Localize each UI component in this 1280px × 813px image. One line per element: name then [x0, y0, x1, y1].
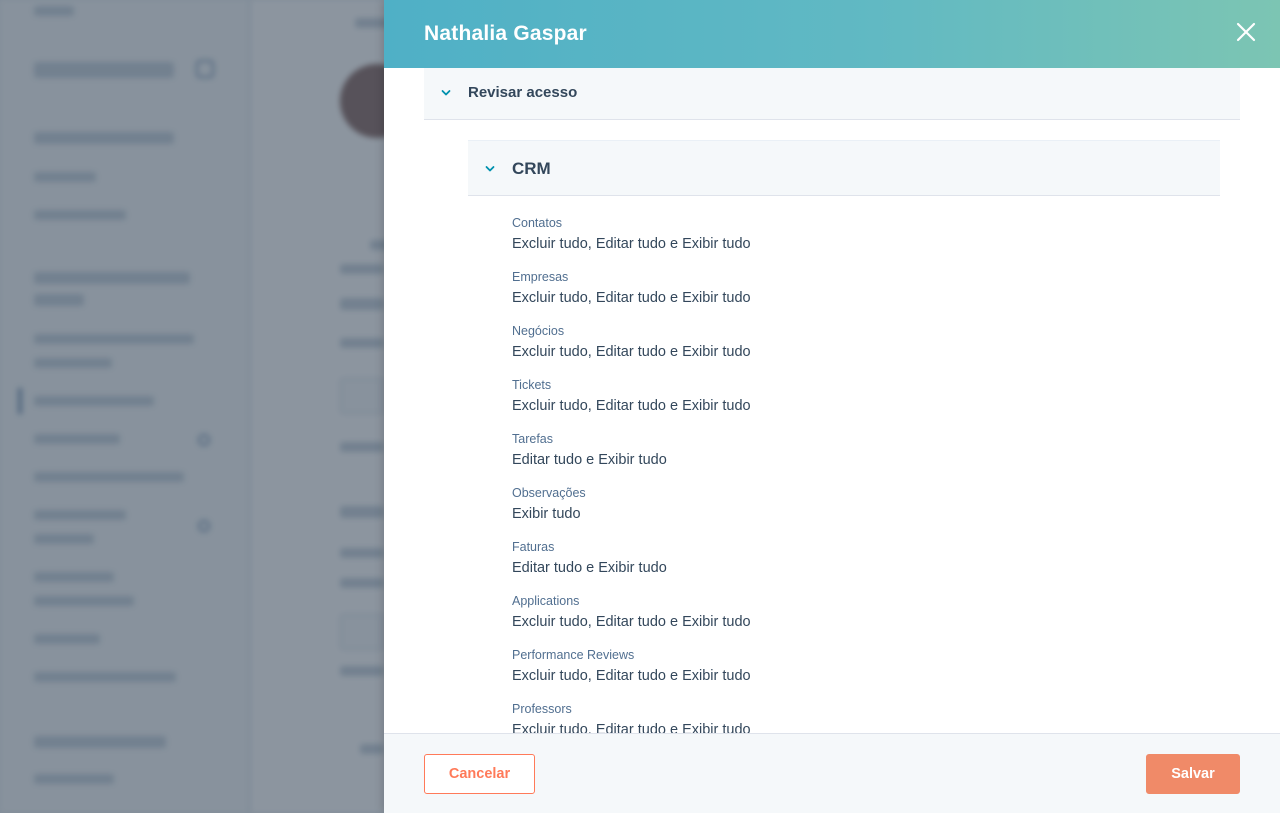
list-item: Observações Exibir tudo [512, 484, 1212, 538]
permission-name: Tarefas [512, 432, 553, 446]
save-button[interactable]: Salvar [1146, 754, 1240, 794]
panel-body: Revisar acesso CRM Contatos Excluir tudo… [384, 68, 1280, 733]
panel-header: Nathalia Gaspar [384, 0, 1280, 68]
list-item: Performance Reviews Excluir tudo, Editar… [512, 646, 1212, 700]
permission-value: Exibir tudo [512, 506, 581, 522]
permission-name: Negócios [512, 324, 565, 338]
panel-title: Nathalia Gaspar [424, 22, 587, 45]
permission-value: Excluir tudo, Editar tudo e Exibir tudo [512, 236, 751, 252]
permission-value: Excluir tudo, Editar tudo e Exibir tudo [512, 344, 751, 360]
permission-name: Empresas [512, 270, 569, 284]
permission-value: Editar tudo e Exibir tudo [512, 560, 667, 576]
subsection-label: CRM [512, 159, 551, 178]
close-icon [1236, 22, 1256, 42]
permission-value: Excluir tudo, Editar tudo e Exibir tudo [512, 668, 751, 684]
cancel-button[interactable]: Cancelar [424, 754, 535, 794]
permission-name: Tickets [512, 378, 552, 392]
crm-toggle[interactable]: CRM [468, 140, 1220, 196]
panel-footer: Cancelar Salvar [384, 733, 1280, 813]
list-item: Negócios Excluir tudo, Editar tudo e Exi… [512, 322, 1212, 376]
close-button[interactable] [1234, 20, 1258, 44]
user-access-panel: Nathalia Gaspar Revisar acesso CRM Conta… [384, 0, 1280, 813]
permission-name: Faturas [512, 540, 555, 554]
review-access-toggle[interactable]: Revisar acesso [424, 68, 1240, 120]
permission-name: Performance Reviews [512, 648, 635, 662]
permission-value: Excluir tudo, Editar tudo e Exibir tudo [512, 290, 751, 306]
permission-value: Excluir tudo, Editar tudo e Exibir tudo [512, 614, 751, 630]
list-item: Tarefas Editar tudo e Exibir tudo [512, 430, 1212, 484]
permission-value: Excluir tudo, Editar tudo e Exibir tudo [512, 722, 751, 733]
permission-value: Editar tudo e Exibir tudo [512, 452, 667, 468]
list-item: Professors Excluir tudo, Editar tudo e E… [512, 700, 1212, 733]
permission-list: Contatos Excluir tudo, Editar tudo e Exi… [512, 214, 1212, 733]
section-label: Revisar acesso [468, 84, 578, 101]
list-item: Applications Excluir tudo, Editar tudo e… [512, 592, 1212, 646]
permission-name: Observações [512, 486, 586, 500]
list-item: Empresas Excluir tudo, Editar tudo e Exi… [512, 268, 1212, 322]
permission-name: Professors [512, 702, 572, 716]
chevron-down-icon [485, 166, 495, 172]
permission-value: Excluir tudo, Editar tudo e Exibir tudo [512, 398, 751, 414]
permission-name: Contatos [512, 216, 563, 230]
list-item: Contatos Excluir tudo, Editar tudo e Exi… [512, 214, 1212, 268]
permission-name: Applications [512, 594, 580, 608]
chevron-down-icon [441, 90, 451, 96]
list-item: Tickets Excluir tudo, Editar tudo e Exib… [512, 376, 1212, 430]
list-item: Faturas Editar tudo e Exibir tudo [512, 538, 1212, 592]
